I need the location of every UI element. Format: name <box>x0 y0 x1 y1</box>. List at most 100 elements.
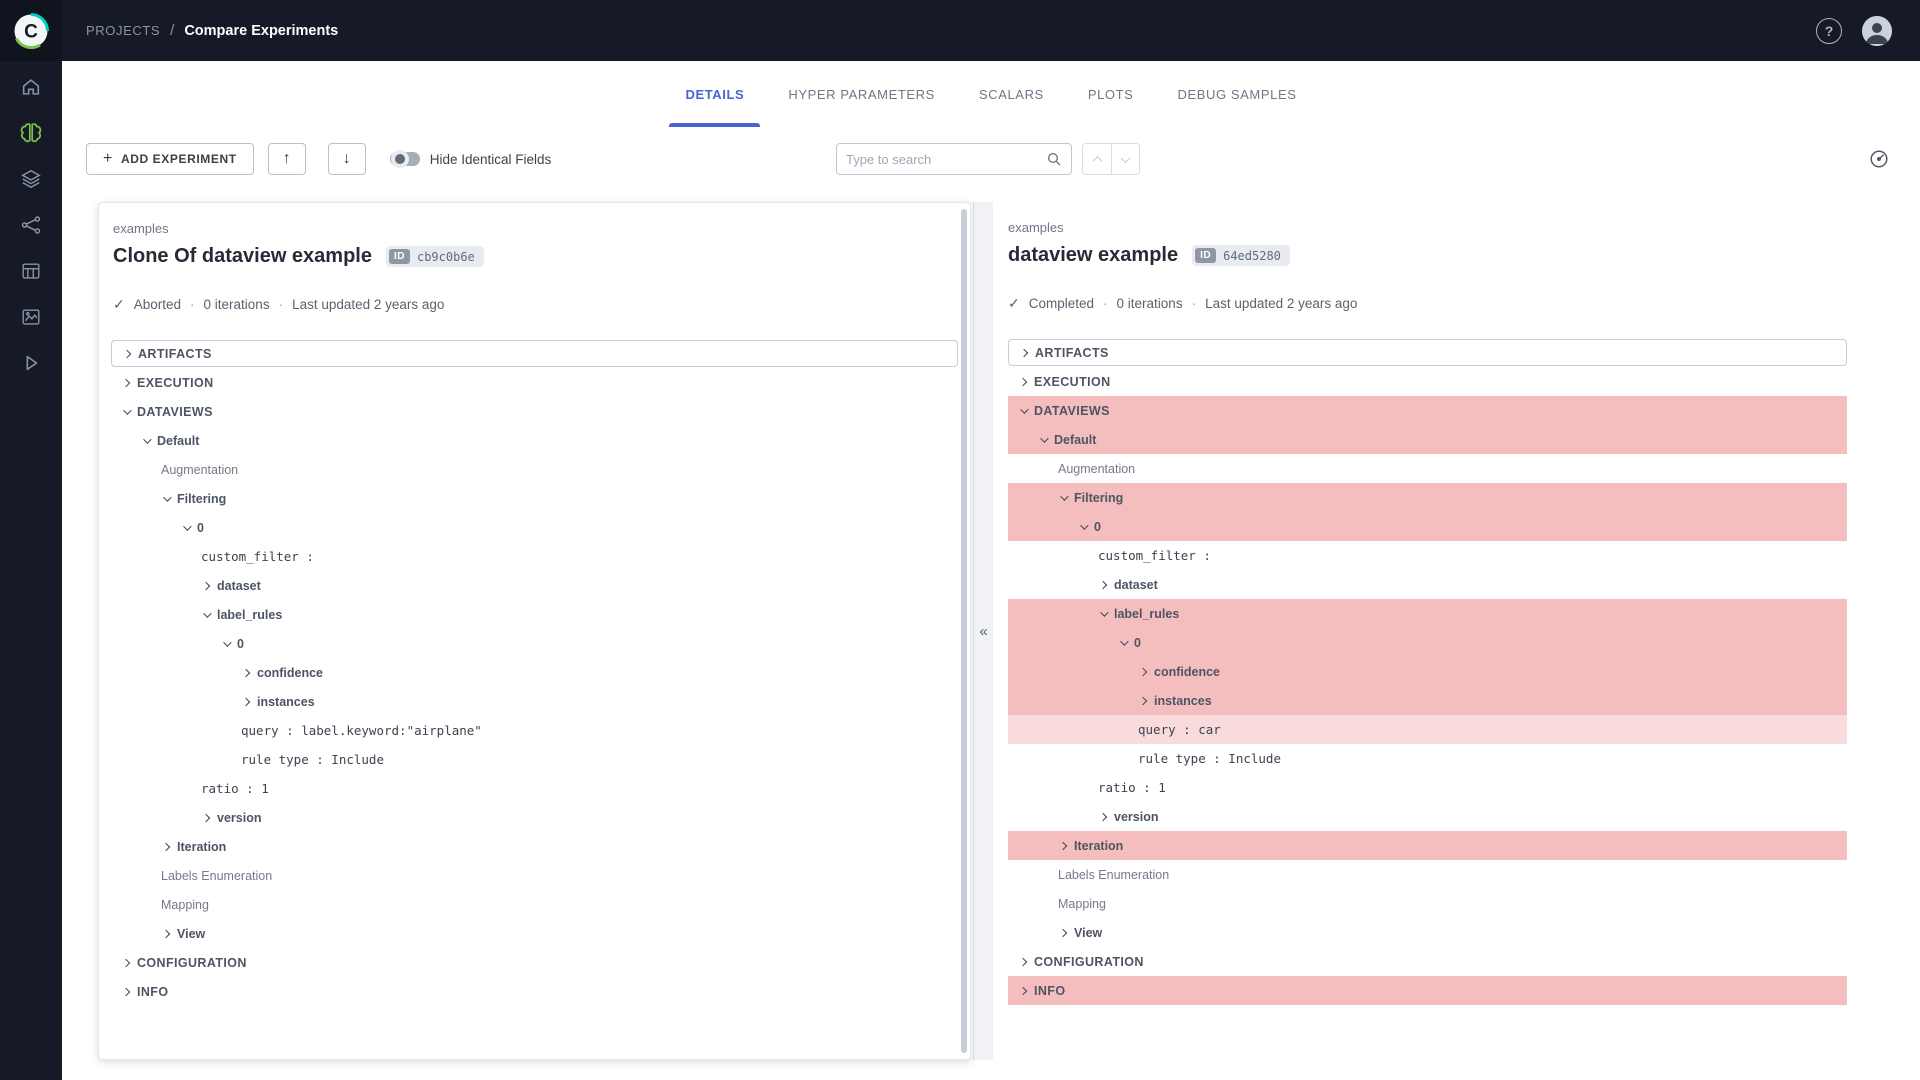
tab-plots[interactable]: PLOTS <box>1066 61 1156 127</box>
tree-label: ratio : 1 <box>201 781 269 796</box>
tree-row-instances[interactable]: instances <box>1008 686 1847 715</box>
chevron-down-icon[interactable] <box>1118 637 1134 649</box>
tree-label: Filtering <box>177 492 226 506</box>
chevron-right-icon[interactable] <box>241 667 257 679</box>
datasets-icon[interactable] <box>19 167 43 191</box>
chevron-right-icon[interactable] <box>1058 927 1074 939</box>
tree-row-0[interactable]: 0 <box>1008 628 1847 657</box>
search-prev-button[interactable] <box>1083 144 1111 174</box>
chevron-down-icon[interactable] <box>1038 434 1054 446</box>
chevron-down-icon[interactable] <box>181 522 197 534</box>
chevron-down-icon[interactable] <box>121 406 137 418</box>
chevron-right-icon[interactable] <box>1098 579 1114 591</box>
avatar[interactable] <box>1862 16 1892 46</box>
chevron-right-icon[interactable] <box>1138 695 1154 707</box>
chevron-right-icon[interactable] <box>201 812 217 824</box>
tree-row-0[interactable]: 0 <box>111 513 958 542</box>
add-experiment-button[interactable]: + ADD EXPERIMENT <box>86 143 254 175</box>
tree-row-default[interactable]: Default <box>1008 425 1847 454</box>
help-icon[interactable]: ? <box>1816 18 1842 44</box>
tree-row-version[interactable]: version <box>111 803 958 832</box>
move-up-button[interactable]: ↑ <box>268 143 306 175</box>
tree-row-confidence[interactable]: confidence <box>111 658 958 687</box>
tab-scalars[interactable]: SCALARS <box>957 61 1066 127</box>
chevron-right-icon[interactable] <box>1019 347 1035 359</box>
tree-row-filtering[interactable]: Filtering <box>111 484 958 513</box>
search-next-button[interactable] <box>1111 144 1139 174</box>
chevron-down-icon[interactable] <box>221 638 237 650</box>
chevron-right-icon[interactable] <box>1098 811 1114 823</box>
chevron-right-icon[interactable] <box>1018 956 1034 968</box>
experiment-id-badge: ID cb9c0b6e <box>386 246 484 267</box>
chevron-down-icon[interactable] <box>1018 405 1034 417</box>
chevron-down-icon[interactable] <box>1058 492 1074 504</box>
search-input[interactable] <box>846 152 1046 167</box>
chevron-right-icon[interactable] <box>121 986 137 998</box>
tree-row-instances[interactable]: instances <box>111 687 958 716</box>
chevron-right-icon[interactable] <box>201 580 217 592</box>
tree-row-default[interactable]: Default <box>111 426 958 455</box>
chevron-right-icon[interactable] <box>121 957 137 969</box>
project-name[interactable]: examples <box>113 221 956 236</box>
projects-icon[interactable] <box>19 121 43 145</box>
chevron-right-icon[interactable] <box>161 841 177 853</box>
tree-row-dataviews[interactable]: DATAVIEWS <box>111 397 958 426</box>
chevron-right-icon[interactable] <box>241 696 257 708</box>
tree-row-0[interactable]: 0 <box>111 629 958 658</box>
chevron-right-icon[interactable] <box>1058 840 1074 852</box>
project-name[interactable]: examples <box>1008 220 1847 235</box>
tree-row-label-rules[interactable]: label_rules <box>111 600 958 629</box>
chevron-down-icon[interactable] <box>201 609 217 621</box>
tree-row-custom-filter: custom_filter : <box>1008 541 1847 570</box>
tree-label: INFO <box>1034 984 1065 998</box>
reports-icon[interactable] <box>19 305 43 329</box>
tree-row-confidence[interactable]: confidence <box>1008 657 1847 686</box>
chevron-right-icon[interactable] <box>1018 985 1034 997</box>
chevron-down-icon[interactable] <box>1078 521 1094 533</box>
tree-row-filtering[interactable]: Filtering <box>1008 483 1847 512</box>
move-down-button[interactable]: ↓ <box>328 143 366 175</box>
tree-row-dataset[interactable]: dataset <box>111 571 958 600</box>
title-row: dataview example ID 64ed5280 <box>1008 244 1847 267</box>
tab-hyper-parameters[interactable]: HYPER PARAMETERS <box>766 61 957 127</box>
chevron-down-icon[interactable] <box>1098 608 1114 620</box>
gauge-icon[interactable] <box>1868 148 1890 170</box>
tree-row-iteration[interactable]: Iteration <box>1008 831 1847 860</box>
tree-row-view[interactable]: View <box>1008 918 1847 947</box>
scrollbar-thumb[interactable] <box>961 209 967 1053</box>
chevron-down-icon[interactable] <box>161 493 177 505</box>
tree-row-configuration[interactable]: CONFIGURATION <box>1008 947 1847 976</box>
tree-row-execution[interactable]: EXECUTION <box>111 368 958 397</box>
tree-label: ARTIFACTS <box>138 347 212 361</box>
tree-row-execution[interactable]: EXECUTION <box>1008 367 1847 396</box>
tree-row-artifacts[interactable]: ARTIFACTS <box>111 340 958 367</box>
breadcrumb-projects-link[interactable]: PROJECTS <box>86 23 160 38</box>
tree-row-dataset[interactable]: dataset <box>1008 570 1847 599</box>
tree-row-0[interactable]: 0 <box>1008 512 1847 541</box>
tree-row-dataviews[interactable]: DATAVIEWS <box>1008 396 1847 425</box>
chevron-right-icon[interactable] <box>121 377 137 389</box>
collapse-panel-button[interactable]: « <box>975 620 993 642</box>
workers-icon[interactable] <box>19 351 43 375</box>
tree-row-artifacts[interactable]: ARTIFACTS <box>1008 339 1847 366</box>
tree-row-info[interactable]: INFO <box>111 977 958 1006</box>
tab-details[interactable]: DETAILS <box>663 61 766 127</box>
tree-row-label-rules[interactable]: label_rules <box>1008 599 1847 628</box>
tree-row-info[interactable]: INFO <box>1008 976 1847 1005</box>
search-icon[interactable] <box>1046 151 1062 167</box>
home-icon[interactable] <box>19 75 43 99</box>
chevron-right-icon[interactable] <box>1018 376 1034 388</box>
tree-row-view[interactable]: View <box>111 919 958 948</box>
chevron-down-icon[interactable] <box>141 435 157 447</box>
tree-row-configuration[interactable]: CONFIGURATION <box>111 948 958 977</box>
app-logo[interactable]: C <box>0 0 62 61</box>
tree-row-version[interactable]: version <box>1008 802 1847 831</box>
hide-identical-toggle[interactable] <box>390 152 420 166</box>
chevron-right-icon[interactable] <box>122 348 138 360</box>
pipelines-icon[interactable] <box>19 213 43 237</box>
chevron-right-icon[interactable] <box>161 928 177 940</box>
chevron-right-icon[interactable] <box>1138 666 1154 678</box>
tab-debug-samples[interactable]: DEBUG SAMPLES <box>1155 61 1318 127</box>
tree-row-iteration[interactable]: Iteration <box>111 832 958 861</box>
queues-icon[interactable] <box>19 259 43 283</box>
